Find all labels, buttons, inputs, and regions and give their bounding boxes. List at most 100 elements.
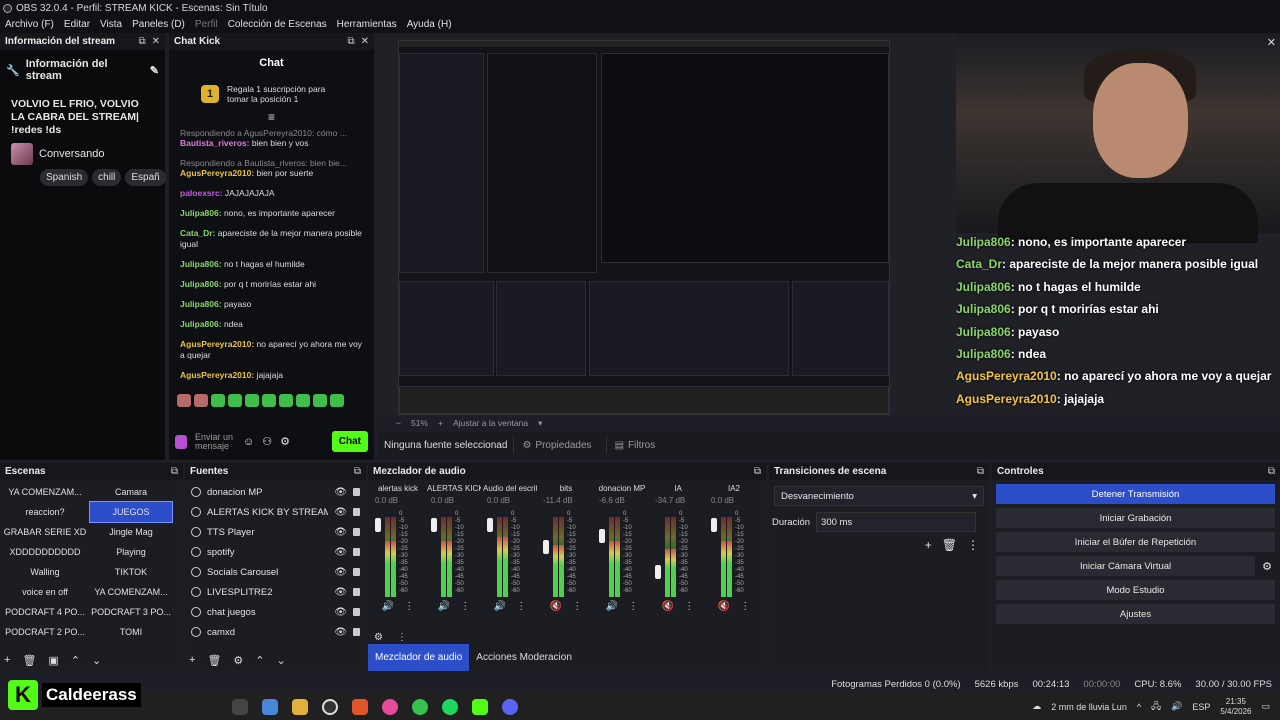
menu-icon[interactable]: ⋮ [404,601,414,612]
volume-fader[interactable] [431,518,437,533]
chat-username[interactable]: Julipa806: [180,319,222,329]
pinned-toggle-icon[interactable]: ≡ [169,110,374,124]
lock-icon[interactable] [353,568,360,576]
lock-icon[interactable] [353,588,360,596]
edit-icon[interactable]: ✎ [150,64,159,77]
menu-icon[interactable]: ⋮ [516,601,526,612]
control-button[interactable]: Iniciar Cámara Virtual [996,556,1256,576]
emote-icon[interactable] [211,394,225,407]
menu-item[interactable]: Editar [59,19,95,30]
filters-button[interactable]: ▤ Filtros [605,437,664,454]
scene-item[interactable]: TOMI [90,622,172,642]
lock-icon[interactable] [353,548,360,556]
eye-icon[interactable]: 👁 [334,487,347,498]
chat-username[interactable]: AgusPereyra2010: [180,339,254,349]
close-icon[interactable]: ✕ [1267,36,1276,49]
chat-send-button[interactable]: Chat [331,431,368,452]
speaker-icon[interactable]: 🔇 [662,601,674,612]
gear-icon[interactable]: ⚙ [280,435,290,448]
float-icon[interactable]: ⧉ [347,36,354,47]
menu-item[interactable]: Colección de Escenas [223,19,332,30]
gear-icon[interactable]: ⚙ [1262,560,1272,573]
chat-username[interactable]: Julipa806: [180,279,222,289]
gear-icon[interactable]: ⚙ [233,654,243,667]
source-row[interactable]: chat juegos 👁 [185,602,366,622]
menu-icon[interactable]: ⋮ [460,601,470,612]
task-view-icon[interactable] [232,698,248,715]
chevron-up-icon[interactable]: ⌃ [255,654,264,667]
emote-icon[interactable] [245,394,259,407]
menu-item[interactable]: Perfil [190,19,223,30]
menu-item[interactable]: Archivo (F) [0,19,59,30]
zoom-in-icon[interactable]: + [438,418,443,428]
chat-username[interactable]: AgusPereyra2010: [180,168,254,178]
lock-icon[interactable] [353,608,360,616]
chevron-up-icon[interactable]: ⌃ [71,654,80,667]
kick-icon[interactable] [472,698,488,715]
chat-username[interactable]: Bautista_riveros: [180,138,249,148]
language-indicator[interactable]: ESP [1192,702,1210,712]
speaker-icon[interactable]: 🔇 [550,601,562,612]
weather-text[interactable]: 2 mm de lluvia Lun [1051,702,1127,712]
emote-icon[interactable] [296,394,310,407]
clock[interactable]: 21:35 5/4/2026 [1220,697,1251,717]
close-icon[interactable]: ✕ [361,36,369,47]
scene-item[interactable]: Camara [90,482,172,502]
store-icon[interactable] [262,698,278,715]
brave-icon[interactable] [352,698,368,715]
stream-tag[interactable]: chill [92,169,122,186]
speaker-icon[interactable]: 🔊 [494,601,506,612]
scene-item[interactable]: YA COMENZAM... [4,482,86,502]
emote-icon[interactable] [228,394,242,407]
duration-input[interactable]: 300 ms [816,512,977,532]
control-button[interactable]: Iniciar el Búfer de Repetición [996,532,1275,552]
chat-username[interactable]: Julipa806: [180,208,222,218]
sub-promo[interactable]: Regala 1 suscripción para tomar la posic… [227,84,347,104]
trash-icon[interactable]: 🗑 [942,538,957,552]
spotify-icon[interactable] [442,698,458,715]
menu-item[interactable]: Ayuda (H) [402,19,457,30]
lock-icon[interactable] [353,628,360,636]
add-icon[interactable]: + [925,538,932,552]
menu-item[interactable]: Paneles (D) [127,19,190,30]
fit-window-label[interactable]: Ajustar a la ventana [453,418,528,428]
stream-tag[interactable]: Spanish [40,169,89,186]
lock-icon[interactable] [353,508,360,516]
chat-username[interactable]: paloexsrc: [180,188,223,198]
scene-item[interactable]: voice en off [4,582,86,602]
float-icon[interactable]: ⧉ [754,466,761,477]
app-icon[interactable] [382,698,398,715]
menu-icon[interactable]: ⋮ [740,601,750,612]
control-button[interactable]: Detener Transmisión [996,484,1275,504]
source-row[interactable]: LIVESPLITRE2 👁 [185,582,366,602]
source-row[interactable]: donacion MP 👁 [185,482,366,502]
source-row[interactable]: TTS Player 👁 [185,522,366,542]
control-button[interactable]: Modo Estudio [996,580,1275,600]
control-button[interactable]: Iniciar Grabación [996,508,1275,528]
menu-item[interactable]: Herramientas [332,19,402,30]
float-icon[interactable]: ⧉ [354,466,361,477]
network-icon[interactable]: 🖧 [1151,699,1161,715]
gear-icon[interactable]: ⚙ [374,632,383,643]
chevron-down-icon[interactable]: ⌄ [92,654,101,667]
emote-icon[interactable] [330,394,344,407]
eye-icon[interactable]: 👁 [334,567,347,578]
chat-username[interactable]: Cata_Dr: [180,228,215,238]
emote-icon[interactable] [177,394,191,407]
add-icon[interactable]: + [4,654,10,667]
folder-icon[interactable] [292,698,308,715]
mixer-tab[interactable]: Acciones Moderacion [469,644,579,671]
menu-icon[interactable]: ⋮ [628,601,638,612]
eye-icon[interactable]: 👁 [334,527,347,538]
stream-tag[interactable]: Españ [125,169,166,186]
add-icon[interactable]: + [189,654,195,667]
eye-icon[interactable]: 👁 [334,547,347,558]
obs-icon[interactable] [322,698,338,715]
trash-icon[interactable]: 🗑 [22,654,36,667]
scene-item[interactable]: TIKTOK [90,562,172,582]
scene-item[interactable]: Walling [4,562,86,582]
volume-fader[interactable] [711,518,717,533]
scene-item[interactable]: GRABAR SERIE XD [4,522,86,542]
menu-icon[interactable]: ⋮ [572,601,582,612]
scene-item[interactable]: XDDDDDDDDDD [4,542,86,562]
